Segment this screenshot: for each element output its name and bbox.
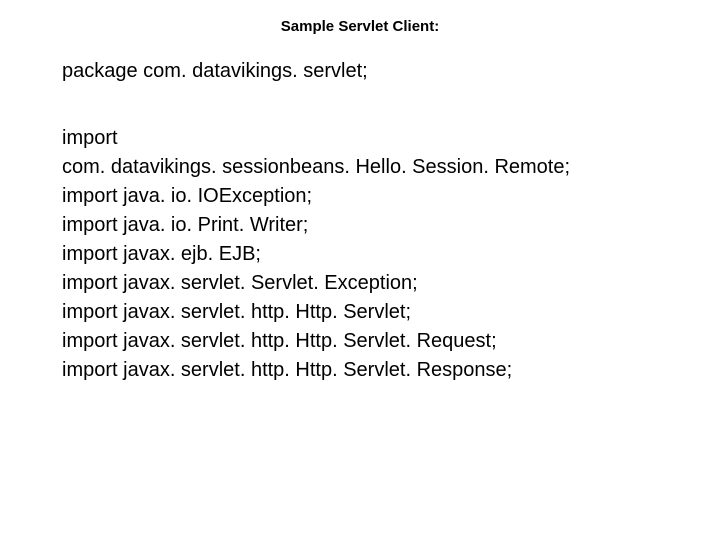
import-line: import javax. servlet. http. Http. Servl… xyxy=(62,298,680,327)
package-declaration: package com. datavikings. servlet; xyxy=(62,57,680,86)
import-line: import java. io. Print. Writer; xyxy=(62,211,680,240)
import-line: import javax. servlet. http. Http. Servl… xyxy=(62,356,680,385)
import-line: import javax. ejb. EJB; xyxy=(62,240,680,269)
import-line: import javax. servlet. Servlet. Exceptio… xyxy=(62,269,680,298)
import-block: import com. datavikings. sessionbeans. H… xyxy=(62,124,680,385)
import-line: import java. io. IOException; xyxy=(62,182,680,211)
import-line: import xyxy=(62,124,680,153)
import-line: com. datavikings. sessionbeans. Hello. S… xyxy=(62,153,680,182)
import-line: import javax. servlet. http. Http. Servl… xyxy=(62,327,680,356)
slide-heading: Sample Servlet Client: xyxy=(0,18,720,35)
code-content: package com. datavikings. servlet; impor… xyxy=(0,57,720,385)
